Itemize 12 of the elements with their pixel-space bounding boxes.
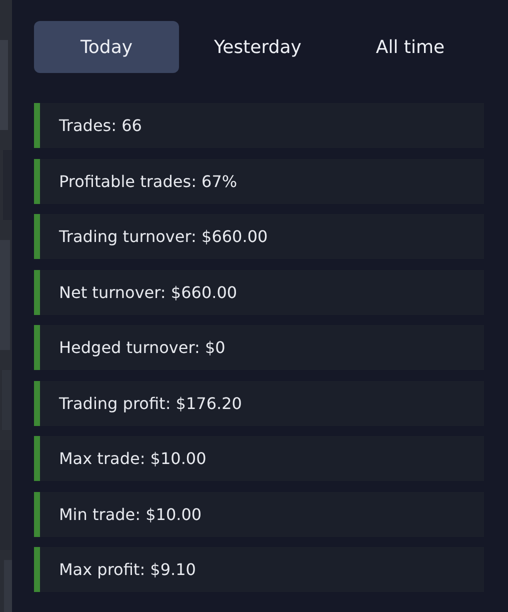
stat-text: Trading turnover: $660.00 <box>59 227 268 246</box>
stat-text: Net turnover: $660.00 <box>59 282 238 302</box>
stat-text: Trading profit: $176.20 <box>59 394 242 412</box>
stat-text: Max trade: $10.00 <box>59 449 206 468</box>
period-tab[interactable]: Yesterday <box>184 21 332 73</box>
period-tab[interactable]: Today <box>34 21 179 73</box>
stat-text: Hedged turnover: $0 <box>59 338 226 357</box>
stat-text: Trades: 66 <box>59 116 142 135</box>
stat-text: Min trade: $10.00 <box>59 504 202 524</box>
stat-text: Max profit: $9.10 <box>59 560 196 579</box>
stat-text: Profitable trades: 67% <box>59 172 238 190</box>
period-tab[interactable]: All time <box>336 21 484 73</box>
